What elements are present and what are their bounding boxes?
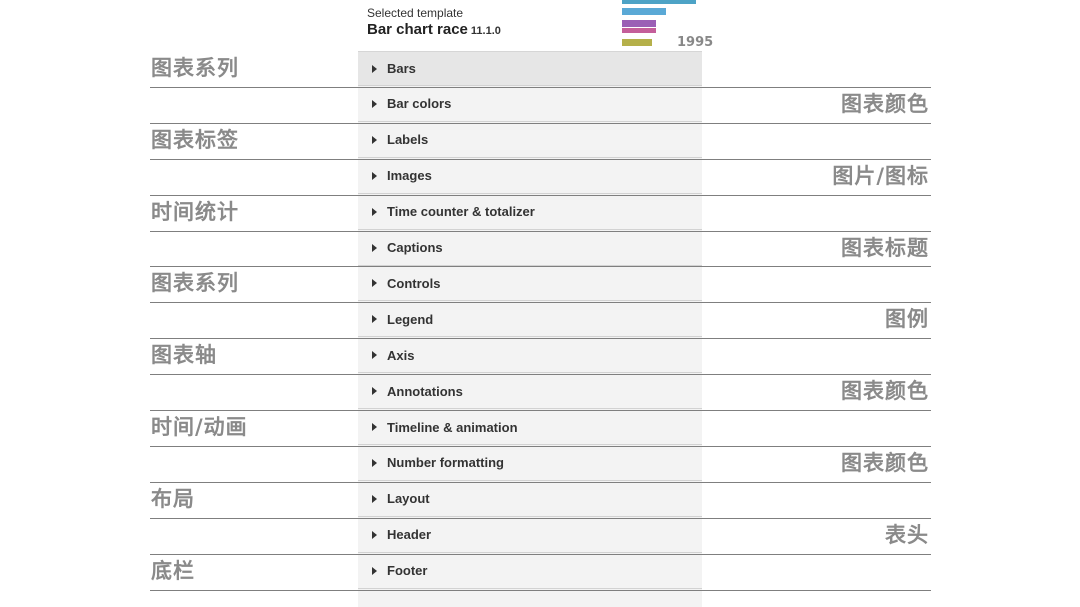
annotation-label: 图表标题 xyxy=(841,235,929,260)
section-axis[interactable]: Axis xyxy=(358,338,702,374)
thumbnail-bar xyxy=(622,20,656,27)
section-label: Number formatting xyxy=(387,455,504,471)
row-divider xyxy=(150,553,931,555)
caret-right-icon xyxy=(372,494,377,503)
section-label: Labels xyxy=(387,132,429,148)
section-bar-colors[interactable]: Bar colors xyxy=(358,87,702,122)
template-name: Bar chart race xyxy=(367,21,468,38)
row-divider xyxy=(150,481,931,483)
annotation-label: 表头 xyxy=(885,522,929,547)
template-title: Bar chart race 11.1.0 xyxy=(367,20,501,41)
annotation-label: 图表颜色 xyxy=(841,450,929,475)
section-label: Header xyxy=(387,527,432,543)
annotation-label: 图例 xyxy=(885,307,929,332)
template-caption: Selected template xyxy=(367,6,464,20)
section-label: Images xyxy=(387,168,432,184)
section-captions[interactable]: Captions xyxy=(358,231,702,266)
row-divider xyxy=(150,86,931,88)
annotation-label: 底栏 xyxy=(151,558,195,583)
caret-right-icon xyxy=(372,566,377,575)
row-divider xyxy=(150,266,931,268)
options-panel: Bars Bar colors Labels Images Time counter &… xyxy=(358,51,702,607)
annotation-label: 图表轴 xyxy=(151,343,217,368)
thumbnail-bar xyxy=(622,39,652,46)
row-divider xyxy=(150,517,931,519)
section-label: Timeline & animation xyxy=(387,419,518,435)
section-label: Footer xyxy=(387,563,428,579)
thumbnail-bar xyxy=(622,0,696,4)
annotation-label: 图表颜色 xyxy=(841,91,929,116)
annotation-label: 布局 xyxy=(151,486,195,511)
section-time-counter-totalizer[interactable]: Time counter & totalizer xyxy=(358,195,702,230)
annotation-label: 图表颜色 xyxy=(841,379,929,404)
caret-right-icon xyxy=(372,64,377,73)
section-label: Bars xyxy=(387,61,416,76)
row-divider xyxy=(150,338,931,340)
section-bars[interactable]: Bars xyxy=(358,51,702,86)
section-label: Controls xyxy=(387,275,441,291)
section-timeline-animation[interactable]: Timeline & animation xyxy=(358,410,702,445)
row-divider xyxy=(150,410,931,411)
caret-right-icon xyxy=(372,207,377,216)
section-label: Annotations xyxy=(387,383,463,399)
section-label: Layout xyxy=(387,491,430,507)
caret-right-icon xyxy=(372,243,377,252)
section-label: Bar colors xyxy=(387,96,452,112)
row-divider xyxy=(150,194,931,196)
section-label: Time counter & totalizer xyxy=(387,204,535,220)
caret-right-icon xyxy=(372,171,377,180)
caret-right-icon xyxy=(372,387,377,396)
annotation-label: 图表系列 xyxy=(151,56,239,80)
caret-right-icon xyxy=(372,351,377,360)
section-label: Axis xyxy=(387,347,415,363)
row-divider xyxy=(150,589,931,591)
section-labels[interactable]: Labels xyxy=(358,123,702,158)
template-version: 11.1.0 xyxy=(470,25,501,37)
caret-right-icon xyxy=(372,458,377,467)
section-legend[interactable]: Legend xyxy=(358,302,702,338)
caret-right-icon xyxy=(372,315,377,324)
stage: Selected template Bar chart race 11.1.0 1… xyxy=(0,0,1080,607)
annotation-label: 时间统计 xyxy=(151,199,239,224)
row-divider xyxy=(150,374,931,376)
annotation-label: 图表系列 xyxy=(151,271,239,296)
section-number-formatting[interactable]: Number formatting xyxy=(358,446,702,481)
section-images[interactable]: Images xyxy=(358,159,702,194)
annotation-label: 时间/动画 xyxy=(151,415,248,439)
annotation-label: 图表标签 xyxy=(151,127,239,152)
section-footer[interactable]: Footer xyxy=(358,554,702,589)
section-layout[interactable]: Layout xyxy=(358,482,702,517)
caret-right-icon xyxy=(372,135,377,144)
thumbnail-bar xyxy=(622,8,666,15)
caret-right-icon xyxy=(372,530,377,539)
caret-right-icon xyxy=(372,99,377,108)
section-annotations[interactable]: Annotations xyxy=(358,374,702,410)
caret-right-icon xyxy=(372,423,377,431)
section-header[interactable]: Header xyxy=(358,518,702,553)
selected-template[interactable]: Selected template Bar chart race 11.1.0 xyxy=(367,6,501,41)
row-divider xyxy=(150,122,931,124)
thumbnail-bar xyxy=(622,28,656,33)
section-label: Legend xyxy=(387,311,434,327)
row-divider xyxy=(150,230,931,232)
row-divider xyxy=(150,158,931,160)
caret-right-icon xyxy=(372,279,377,288)
section-controls[interactable]: Controls xyxy=(358,266,702,302)
thumbnail-year: 1995 xyxy=(677,35,714,50)
row-divider xyxy=(150,445,931,447)
annotation-label: 图片/图标 xyxy=(832,163,929,188)
section-label: Captions xyxy=(387,240,443,255)
row-divider xyxy=(150,302,931,304)
